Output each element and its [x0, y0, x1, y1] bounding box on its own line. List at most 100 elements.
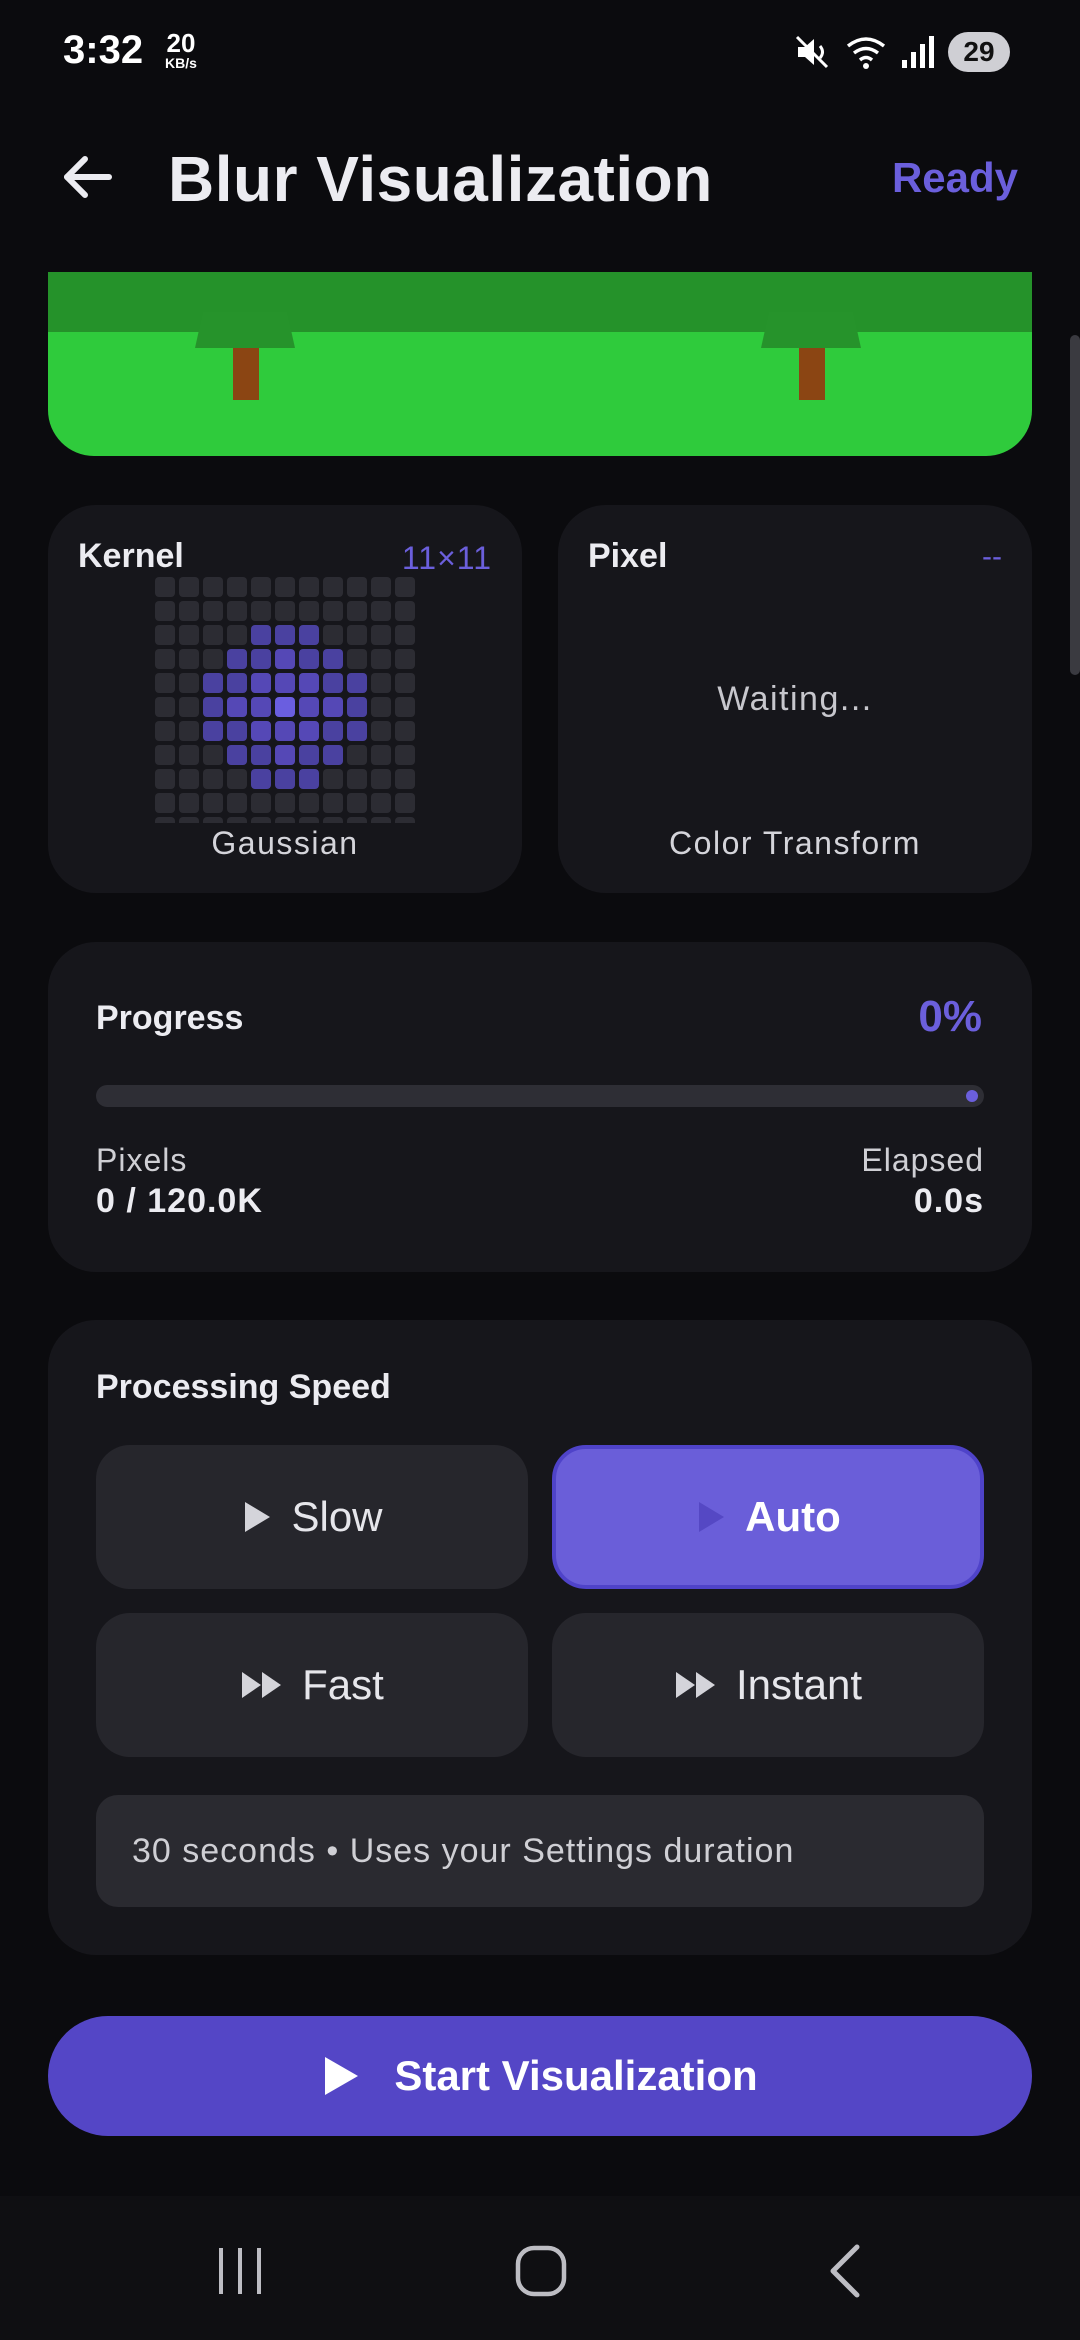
kernel-cell	[371, 697, 391, 717]
kernel-cell	[155, 577, 175, 597]
kernel-cell	[203, 745, 223, 765]
kernel-cell	[323, 673, 343, 693]
system-back-button[interactable]	[800, 2236, 890, 2306]
kernel-cell	[371, 721, 391, 741]
app-bar: Blur Visualization Ready	[0, 120, 1080, 235]
chevron-left-icon	[830, 2244, 860, 2298]
kernel-cell	[179, 769, 199, 789]
kernel-cell	[251, 817, 271, 823]
system-nav-bar	[0, 2196, 1080, 2340]
arrow-left-icon	[64, 156, 112, 198]
kernel-cell	[275, 625, 295, 645]
kernel-cell	[299, 697, 319, 717]
status-bar: 3:32 20 KB/s 29	[0, 0, 1080, 100]
kernel-cell	[347, 721, 367, 741]
kernel-cell	[251, 673, 271, 693]
kernel-cell	[395, 625, 415, 645]
signal-icon	[902, 36, 934, 68]
kernel-cell	[347, 649, 367, 669]
kernel-cell	[395, 721, 415, 741]
scrollbar[interactable]	[1070, 335, 1080, 675]
kernel-cell	[275, 745, 295, 765]
play-icon	[325, 2057, 359, 2095]
kernel-cell	[347, 769, 367, 789]
home-icon	[515, 2245, 567, 2297]
fast-forward-icon	[242, 1672, 282, 1698]
status-time: 3:32	[63, 28, 144, 72]
tree-trunk	[799, 348, 825, 400]
kernel-cell	[395, 793, 415, 813]
kernel-cell	[323, 697, 343, 717]
kernel-cell	[275, 721, 295, 741]
kernel-cell	[371, 745, 391, 765]
kernel-cell	[227, 817, 247, 823]
kernel-cell	[155, 769, 175, 789]
kernel-cell	[203, 673, 223, 693]
kernel-cell	[227, 769, 247, 789]
speed-auto-label: Auto	[745, 1493, 841, 1540]
speed-instant-button[interactable]: Instant	[552, 1613, 984, 1757]
elapsed-label: Elapsed	[861, 1142, 984, 1178]
kernel-cell	[395, 673, 415, 693]
kernel-cell	[251, 745, 271, 765]
elapsed-value: 0.0s	[913, 1182, 984, 1220]
progress-percent: 0%	[918, 992, 982, 1041]
home-button[interactable]	[496, 2236, 586, 2306]
kernel-cell	[155, 697, 175, 717]
kernel-cell	[299, 793, 319, 813]
kernel-cell	[371, 577, 391, 597]
kernel-cell	[371, 649, 391, 669]
kernel-cell	[323, 601, 343, 621]
back-button[interactable]	[52, 142, 122, 212]
page-title: Blur Visualization	[168, 143, 713, 215]
pixel-waiting-text: Waiting...	[717, 680, 873, 718]
speed-auto-button[interactable]: Auto	[552, 1445, 984, 1589]
kernel-cell	[203, 721, 223, 741]
kernel-cell	[395, 745, 415, 765]
kernel-cell	[323, 817, 343, 823]
kernel-cell	[179, 745, 199, 765]
kernel-cell	[275, 577, 295, 597]
speed-slow-button[interactable]: Slow	[96, 1445, 528, 1589]
kernel-cell	[347, 745, 367, 765]
progress-label: Progress	[96, 999, 244, 1037]
kernel-cell	[275, 601, 295, 621]
progress-bar	[96, 1085, 984, 1107]
play-icon	[699, 1502, 725, 1532]
recent-apps-button[interactable]	[195, 2236, 285, 2306]
kernel-cell	[155, 625, 175, 645]
speed-label: Processing Speed	[96, 1368, 391, 1406]
recent-apps-icon	[219, 2248, 261, 2294]
kernel-cell	[227, 721, 247, 741]
kernel-cell	[347, 601, 367, 621]
kernel-cell	[275, 793, 295, 813]
kernel-cell	[227, 625, 247, 645]
kernel-cell	[203, 817, 223, 823]
kernel-cell	[347, 793, 367, 813]
kernel-cell	[371, 601, 391, 621]
kernel-cell	[371, 817, 391, 823]
kernel-cell	[323, 649, 343, 669]
kernel-grid	[155, 577, 417, 823]
kernel-cell	[155, 793, 175, 813]
kernel-cell	[395, 577, 415, 597]
kernel-cell	[251, 601, 271, 621]
kernel-cell	[179, 793, 199, 813]
kernel-cell	[275, 769, 295, 789]
kernel-cell	[179, 697, 199, 717]
kernel-cell	[251, 577, 271, 597]
start-visualization-button[interactable]: Start Visualization	[48, 2016, 1032, 2136]
pixel-value: --	[982, 540, 1002, 573]
kernel-cell	[395, 601, 415, 621]
speed-fast-button[interactable]: Fast	[96, 1613, 528, 1757]
kernel-cell	[203, 769, 223, 789]
kernel-cell	[323, 769, 343, 789]
kernel-cell	[347, 697, 367, 717]
kernel-cell	[299, 769, 319, 789]
kernel-size: 11×11	[401, 540, 492, 576]
kernel-cell	[155, 817, 175, 823]
kernel-cell	[299, 673, 319, 693]
kernel-cell	[251, 769, 271, 789]
kernel-cell	[299, 625, 319, 645]
kernel-cell	[203, 577, 223, 597]
